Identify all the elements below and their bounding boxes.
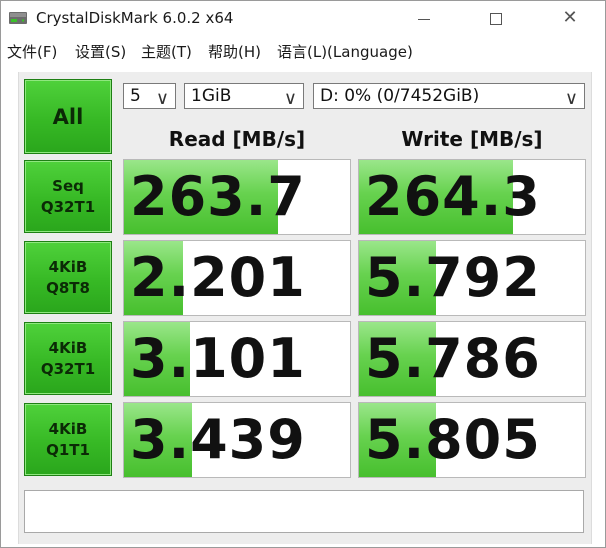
read-column-header: Read [MB/s] bbox=[168, 127, 306, 151]
read-result-cell: 263.7 bbox=[123, 159, 351, 235]
minimize-button[interactable] bbox=[401, 1, 447, 37]
test-label-line1: Seq bbox=[52, 176, 84, 195]
test-button-seq-q32t1[interactable]: Seq Q32T1 bbox=[24, 160, 112, 233]
test-size-select[interactable]: 1GiB bbox=[184, 83, 304, 109]
read-value: 3.439 bbox=[130, 408, 306, 471]
test-label-line1: 4KiB bbox=[48, 257, 88, 276]
maximize-button[interactable] bbox=[473, 1, 519, 37]
read-value: 263.7 bbox=[130, 165, 306, 228]
test-label-line2: Q1T1 bbox=[46, 440, 90, 459]
read-result-cell: 2.201 bbox=[123, 240, 351, 316]
write-column-header: Write [MB/s] bbox=[401, 127, 543, 151]
chevron-down-icon bbox=[156, 87, 169, 113]
menu-bar: 文件(F) 设置(S) 主题(T) 帮助(H) 语言(L)(Language) bbox=[1, 37, 605, 65]
app-window: CrystalDiskMark 6.0.2 x64 ✕ 文件(F) 设置(S) … bbox=[0, 0, 606, 548]
drive-select[interactable]: D: 0% (0/7452GiB) bbox=[313, 83, 585, 109]
write-result-cell: 5.805 bbox=[358, 402, 586, 478]
write-result-cell: 264.3 bbox=[358, 159, 586, 235]
write-value: 5.792 bbox=[365, 246, 541, 309]
run-all-button[interactable]: All bbox=[24, 79, 112, 154]
write-value: 5.786 bbox=[365, 327, 541, 390]
comment-box[interactable] bbox=[24, 490, 584, 533]
read-value: 3.101 bbox=[130, 327, 306, 390]
menu-settings[interactable]: 设置(S) bbox=[75, 41, 126, 62]
menu-language[interactable]: 语言(L)(Language) bbox=[277, 41, 413, 62]
test-button-4kib-q8t8[interactable]: 4KiB Q8T8 bbox=[24, 241, 112, 314]
write-value: 264.3 bbox=[365, 165, 541, 228]
test-count-value: 5 bbox=[130, 86, 141, 106]
test-label-line1: 4KiB bbox=[48, 419, 88, 438]
read-result-cell: 3.439 bbox=[123, 402, 351, 478]
test-label-line2: Q8T8 bbox=[46, 278, 90, 297]
write-result-cell: 5.792 bbox=[358, 240, 586, 316]
test-label-line2: Q32T1 bbox=[40, 197, 96, 216]
close-button[interactable]: ✕ bbox=[547, 1, 593, 37]
benchmark-panel: All 5 1GiB D: 0% (0/7452GiB) Read [MB/s]… bbox=[18, 72, 592, 544]
menu-file[interactable]: 文件(F) bbox=[7, 41, 57, 62]
test-count-select[interactable]: 5 bbox=[123, 83, 176, 109]
read-result-cell: 3.101 bbox=[123, 321, 351, 397]
window-title: CrystalDiskMark 6.0.2 x64 bbox=[36, 9, 234, 27]
menu-theme[interactable]: 主题(T) bbox=[141, 41, 192, 62]
write-result-cell: 5.786 bbox=[358, 321, 586, 397]
title-bar: CrystalDiskMark 6.0.2 x64 ✕ bbox=[1, 1, 605, 37]
drive-value: D: 0% (0/7452GiB) bbox=[320, 86, 480, 106]
app-disk-icon bbox=[9, 12, 27, 24]
write-value: 5.805 bbox=[365, 408, 541, 471]
test-size-value: 1GiB bbox=[191, 86, 232, 106]
test-label-line2: Q32T1 bbox=[40, 359, 96, 378]
test-button-4kib-q1t1[interactable]: 4KiB Q1T1 bbox=[24, 403, 112, 476]
read-value: 2.201 bbox=[130, 246, 306, 309]
test-button-4kib-q32t1[interactable]: 4KiB Q32T1 bbox=[24, 322, 112, 395]
chevron-down-icon bbox=[284, 87, 297, 113]
test-label-line1: 4KiB bbox=[48, 338, 88, 357]
menu-help[interactable]: 帮助(H) bbox=[208, 41, 261, 62]
chevron-down-icon bbox=[565, 87, 578, 113]
